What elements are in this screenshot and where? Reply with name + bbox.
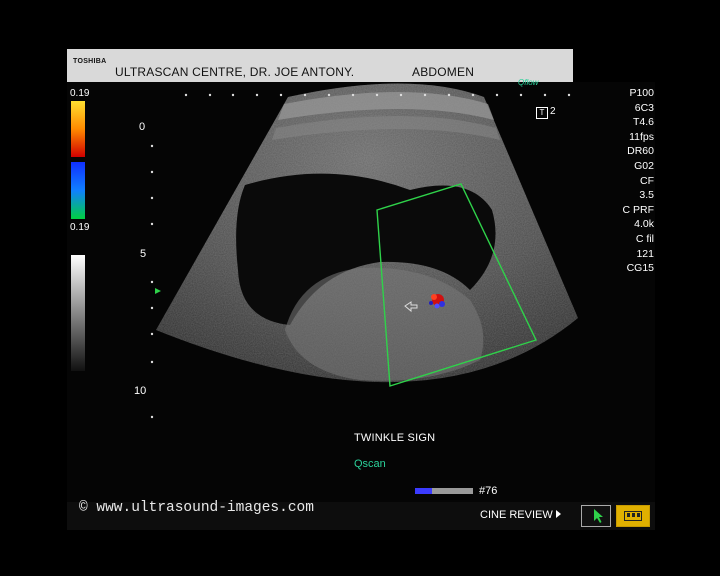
param-item: CF — [640, 174, 654, 187]
param-item: 6C3 — [634, 101, 654, 114]
cine-frame-number: #76 — [479, 485, 498, 497]
param-item: 4.0k — [634, 218, 654, 231]
image-caption: TWINKLE SIGN — [354, 432, 436, 444]
qscan-label: Qscan — [354, 458, 386, 470]
param-item: 121 — [636, 247, 654, 260]
cine-frame-fill — [415, 488, 433, 494]
gray-scale-bar — [71, 255, 85, 371]
transducer-icon: T — [536, 107, 548, 119]
param-item: P100 — [629, 87, 654, 99]
depth-marker-5: 5 — [140, 248, 147, 260]
cursor-button[interactable] — [581, 505, 611, 527]
copyright-watermark: © www.ultrasound-images.com — [79, 500, 314, 516]
param-item: C fil — [635, 232, 654, 245]
param-item: C PRF — [622, 203, 655, 216]
ultrasound-screen: { "header": { "brand": "TOSHIBA", "title… — [0, 0, 720, 576]
param-item: G02 — [634, 159, 654, 172]
color-scale-bottom-value: 0.19 — [70, 222, 90, 233]
acquisition-parameters: P100 6C3 T4.6 11fps DR60 G02 CF 3.5 C PR… — [606, 86, 655, 276]
play-triangle-icon — [555, 510, 561, 518]
param-item: T4.6 — [632, 116, 654, 129]
color-scale-blue — [71, 162, 85, 219]
cine-frame-bar[interactable] — [415, 488, 473, 494]
cursor-arrow-icon — [594, 509, 603, 523]
transducer-indicator: T2 — [536, 106, 556, 119]
transducer-number: 2 — [550, 106, 556, 117]
top-ruler — [184, 93, 571, 97]
film-reel-icon — [624, 511, 642, 521]
param-item: 11fps — [629, 130, 654, 143]
color-scale-red — [71, 101, 85, 157]
cine-review-text: CINE REVIEW — [480, 509, 553, 521]
focus-marker-icon — [155, 288, 161, 294]
color-scale-top-value: 0.19 — [70, 88, 90, 99]
depth-ruler — [150, 144, 154, 419]
depth-marker-10: 10 — [134, 385, 147, 397]
param-item: DR60 — [627, 145, 654, 158]
cine-reel-button[interactable] — [616, 505, 650, 527]
param-item: 3.5 — [639, 189, 654, 202]
depth-marker-0: 0 — [139, 121, 146, 133]
param-item: CG15 — [626, 262, 654, 275]
cine-review-label: CINE REVIEW — [480, 509, 561, 521]
